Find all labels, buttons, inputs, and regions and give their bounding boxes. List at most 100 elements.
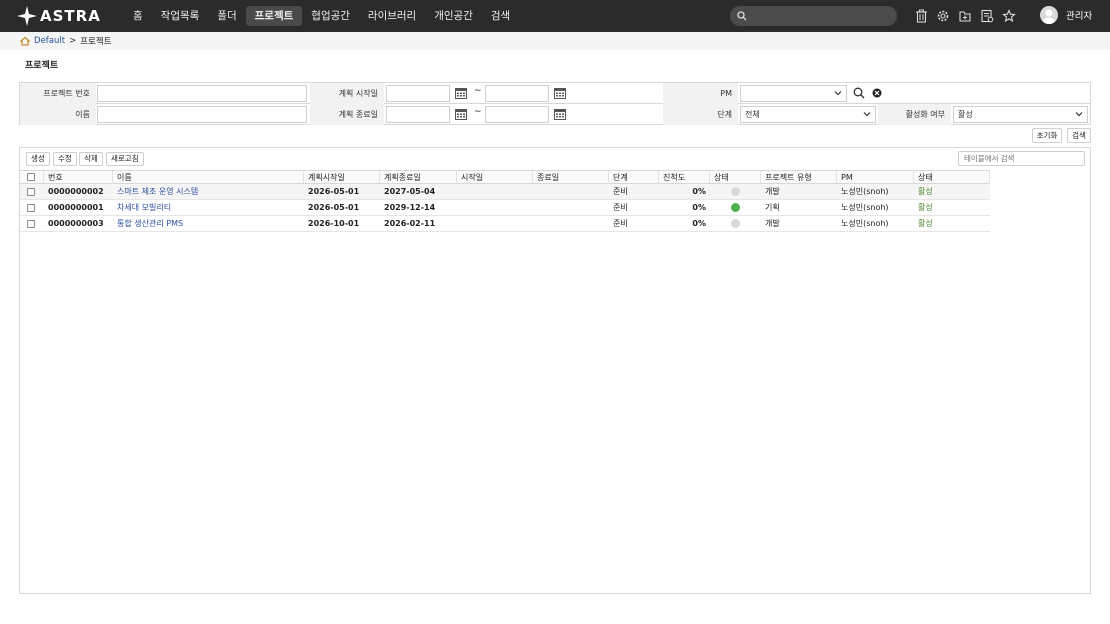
plan-end-from-input[interactable]: [386, 106, 450, 123]
global-search-input[interactable]: [750, 8, 890, 24]
col-plan-end[interactable]: 계획종료일: [380, 171, 457, 184]
star-logo-icon: [17, 6, 37, 26]
table-row[interactable]: 0000000003 통합 생산관리 PMS 2026-10-01 2026-0…: [20, 216, 990, 232]
cell-pm: 노성민(snoh): [841, 187, 889, 196]
nav-home[interactable]: 홈: [124, 6, 152, 26]
project-no-input[interactable]: [97, 85, 307, 102]
row-checkbox[interactable]: [27, 204, 35, 212]
cell-end: [533, 184, 609, 199]
row-checkbox[interactable]: [27, 220, 35, 228]
cell-name-link[interactable]: 차세대 모빌리티: [113, 200, 304, 215]
filter-form: 프로젝트 번호 계획 시작일 ~ PM 이름 계획 종료일 ~ 단계 전체 활성…: [19, 82, 1091, 125]
plan-end-to-input[interactable]: [485, 106, 549, 123]
project-no-label: 프로젝트 번호: [20, 83, 96, 104]
pm-select[interactable]: [740, 85, 847, 102]
breadcrumb-home[interactable]: Default: [34, 36, 65, 46]
cell-name-link[interactable]: 통합 생산관리 PMS: [113, 216, 304, 231]
plan-start-to-input[interactable]: [485, 85, 549, 102]
nav-collaboration[interactable]: 협업공간: [302, 6, 359, 26]
calendar-icon[interactable]: [554, 108, 566, 120]
search-icon: [737, 11, 747, 21]
cell-name-link[interactable]: 스마트 제조 운영 시스템: [113, 184, 304, 199]
cell-progress: 0%: [692, 219, 706, 228]
cell-plan-start: 2026-10-01: [308, 219, 360, 228]
col-plan-start[interactable]: 계획시작일: [304, 171, 380, 184]
cell-plan-end: 2026-02-11: [384, 219, 436, 228]
avatar: [1040, 6, 1058, 24]
stage-label: 단계: [663, 104, 738, 125]
nav-project[interactable]: 프로젝트: [245, 6, 303, 26]
add-file-icon[interactable]: [956, 6, 974, 26]
nav-search[interactable]: 검색: [482, 6, 519, 26]
col-project-type[interactable]: 프로젝트 유형: [761, 171, 837, 184]
nav-folder[interactable]: 폴더: [208, 6, 245, 26]
col-pm[interactable]: PM: [837, 171, 914, 184]
col-stage[interactable]: 단계: [609, 171, 659, 184]
calendar-icon[interactable]: [554, 87, 566, 99]
select-all-checkbox[interactable]: [27, 173, 35, 181]
range-separator: ~: [474, 86, 482, 96]
table-row[interactable]: 0000000002 스마트 제조 운영 시스템 2026-05-01 2027…: [20, 184, 990, 200]
page-title: 프로젝트: [25, 61, 59, 71]
search-icon[interactable]: [853, 87, 865, 99]
cell-stage: 준비: [613, 219, 628, 228]
refresh-button[interactable]: 새로고침: [106, 152, 144, 166]
cell-pm: 노성민(snoh): [841, 203, 889, 212]
cell-progress: 0%: [692, 203, 706, 212]
reset-button[interactable]: 초기화: [1032, 128, 1062, 143]
col-status[interactable]: 상태: [710, 171, 761, 184]
name-label: 이름: [20, 104, 96, 125]
calendar-icon[interactable]: [455, 108, 467, 120]
cell-state: 활성: [918, 219, 933, 228]
cell-state: 활성: [918, 187, 933, 196]
range-separator: ~: [474, 107, 482, 117]
col-state[interactable]: 상태: [914, 171, 990, 184]
star-icon[interactable]: [1000, 6, 1018, 26]
nav-library[interactable]: 라이브러리: [359, 6, 425, 26]
delete-button[interactable]: 삭제: [79, 152, 103, 166]
create-button[interactable]: 생성: [26, 152, 50, 166]
cell-end: [533, 200, 609, 215]
cell-plan-end: 2027-05-04: [384, 187, 436, 196]
name-input[interactable]: [97, 106, 307, 123]
nav-worklist[interactable]: 작업목록: [152, 6, 209, 26]
breadcrumb: Default > 프로젝트: [0, 32, 1110, 50]
table-search-input[interactable]: [958, 151, 1085, 166]
col-no[interactable]: 번호: [44, 171, 113, 184]
col-end[interactable]: 종료일: [533, 171, 609, 184]
table-row[interactable]: 0000000001 차세대 모빌리티 2026-05-01 2029-12-1…: [20, 200, 990, 216]
user-name: 관리자: [1066, 11, 1093, 22]
stage-select[interactable]: 전체: [740, 106, 876, 123]
calendar-icon[interactable]: [455, 87, 467, 99]
settings-icon[interactable]: [934, 6, 952, 26]
activation-select[interactable]: 활성: [953, 106, 1088, 123]
chevron-down-icon: [834, 91, 842, 96]
col-start[interactable]: 시작일: [457, 171, 533, 184]
cell-plan-start: 2026-05-01: [308, 187, 360, 196]
cell-plan-start: 2026-05-01: [308, 203, 360, 212]
row-checkbox[interactable]: [27, 188, 35, 196]
cell-no: 0000000003: [48, 219, 104, 228]
cell-project-type: 개발: [765, 187, 780, 196]
report-icon[interactable]: [978, 6, 996, 26]
nav-personal[interactable]: 개인공간: [425, 6, 482, 26]
astra-logo[interactable]: ASTRA: [16, 0, 110, 32]
filter-row-2: 이름 계획 종료일 ~ 단계 전체 활성화 여부 활성: [20, 104, 1090, 125]
trash-icon[interactable]: [912, 6, 930, 26]
edit-button[interactable]: 수정: [53, 152, 77, 166]
user-menu[interactable]: 관리자: [1040, 6, 1092, 24]
clear-icon[interactable]: [872, 88, 882, 98]
col-name[interactable]: 이름: [113, 171, 304, 184]
chevron-down-icon: [1075, 112, 1083, 117]
status-dot: [731, 219, 740, 228]
cell-stage: 준비: [613, 203, 628, 212]
search-button[interactable]: 검색: [1067, 128, 1091, 143]
plan-start-label: 계획 시작일: [310, 83, 384, 104]
plan-start-from-input[interactable]: [386, 85, 450, 102]
home-icon[interactable]: [20, 36, 30, 46]
breadcrumb-separator: >: [69, 36, 77, 46]
filter-row-1: 프로젝트 번호 계획 시작일 ~ PM: [20, 83, 1090, 104]
activation-select-value: 활성: [958, 110, 973, 119]
col-progress[interactable]: 진척도: [659, 171, 710, 184]
activation-label: 활성화 여부: [878, 104, 951, 125]
